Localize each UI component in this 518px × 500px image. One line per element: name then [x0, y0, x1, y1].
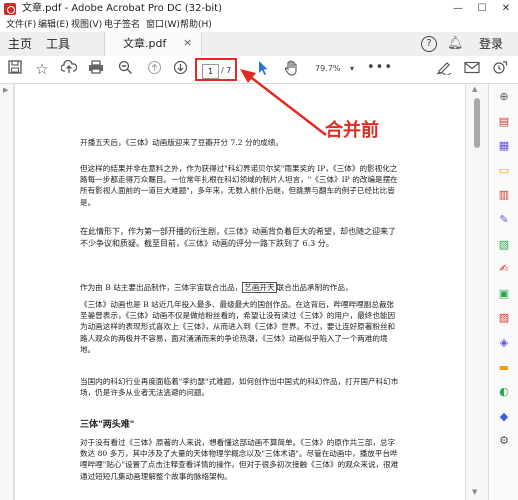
- more-tools-button[interactable]: •••: [367, 59, 393, 77]
- maximize-button[interactable]: ☐: [470, 0, 494, 18]
- organize-pages-icon[interactable]: ▧: [496, 237, 512, 253]
- paragraph-4: 作为由 B 站主要出品制作，三体宇宙联合出品， 艺画开天 联合出品承制的作品，: [80, 282, 400, 293]
- annotation-label: 合并前: [325, 120, 379, 141]
- toolbar: ☆ 1 / 7 79.7% ▾ •••: [0, 56, 518, 84]
- close-tab-icon[interactable]: ×: [183, 36, 192, 50]
- menu-esign[interactable]: 电子签名: [104, 18, 140, 32]
- bell-icon[interactable]: 🔔︎: [447, 36, 464, 52]
- send-review-icon[interactable]: ▣: [496, 286, 512, 302]
- menu-view[interactable]: 视图(V): [71, 18, 102, 32]
- paragraph-5: 《三体》动画也是 B 站近几年投入最多、最级最大的国创作品。在这背后，哔哩哔哩副…: [80, 300, 396, 354]
- page-number-input[interactable]: 1: [202, 64, 219, 79]
- export-pdf-icon[interactable]: ▤: [496, 114, 512, 130]
- share-link-icon[interactable]: [491, 60, 509, 78]
- save-icon[interactable]: [7, 60, 23, 78]
- page-navigator: 1 / 7: [195, 58, 237, 81]
- paragraph-7: 对于没有看过《三体》原著的人来说，想看懂这部动画不算简单。《三体》的原作共三部，…: [80, 438, 399, 481]
- bookmark-star-icon[interactable]: ☆: [33, 60, 51, 78]
- tab-home[interactable]: 主页: [8, 37, 32, 51]
- more-tools-icon[interactable]: ⚙: [496, 433, 512, 449]
- section-heading: 三体"两头难": [80, 420, 135, 430]
- boxed-phrase: 艺画开天: [242, 282, 277, 293]
- compress-pdf-icon[interactable]: ▨: [496, 310, 512, 326]
- print-icon[interactable]: [87, 60, 105, 78]
- sign-in-button[interactable]: 登录: [479, 37, 503, 51]
- zoom-level[interactable]: 79.7%: [315, 62, 340, 76]
- menu-bar: 文件(F) 编辑(E) 视图(V) 电子签名 窗口(W) 帮助(H): [0, 18, 518, 32]
- paragraph-6: 当国内的科幻行业再度面临着"李约瑟"式难题，如何创作出中国式的科幻作品，打开国产…: [80, 377, 399, 398]
- window-title: 文章.pdf - Adobe Acrobat Pro DC (32-bit): [22, 3, 223, 14]
- create-pdf-icon[interactable]: ▦: [496, 138, 512, 154]
- menu-file[interactable]: 文件(F): [6, 18, 36, 32]
- protect-icon[interactable]: ◈: [496, 335, 512, 351]
- combine-files-icon[interactable]: ▥: [496, 187, 512, 203]
- chevron-down-icon[interactable]: ▾: [350, 62, 354, 76]
- upload-cloud-icon[interactable]: [60, 59, 78, 78]
- sign-pen-icon[interactable]: [435, 60, 453, 78]
- vertical-scrollbar[interactable]: ▲ ▼: [466, 84, 488, 500]
- minimize-button[interactable]: —: [446, 0, 470, 18]
- paragraph-4-end: 联合出品承制的作品，: [276, 283, 353, 292]
- tab-document-label: 文章.pdf: [123, 37, 167, 50]
- scroll-thumb[interactable]: [474, 98, 480, 148]
- tab-tools[interactable]: 工具: [46, 37, 70, 51]
- page-up-icon[interactable]: [145, 60, 163, 78]
- help-icon[interactable]: ?: [421, 36, 437, 52]
- hand-icon[interactable]: [282, 60, 300, 78]
- title-bar: 文章.pdf - Adobe Acrobat Pro DC (32-bit) —…: [0, 0, 518, 18]
- menu-window[interactable]: 窗口(W): [146, 18, 180, 32]
- search-doc-icon[interactable]: ⊕: [496, 89, 512, 105]
- acrobat-logo-icon: [4, 3, 16, 15]
- zoom-out-icon[interactable]: [116, 60, 134, 78]
- scroll-down-arrow-icon[interactable]: ▼: [472, 488, 477, 496]
- edit-pdf-icon[interactable]: ✎: [496, 212, 512, 228]
- tab-document[interactable]: 文章.pdf ×: [104, 32, 202, 56]
- fill-sign-icon[interactable]: ✍: [496, 261, 512, 277]
- paragraph-3: 在此情形下，作为第一部开播的衍生剧，《三体》动画背负着巨大的希望，却也随之迎来了…: [80, 227, 396, 248]
- scroll-up-arrow-icon[interactable]: ▲: [472, 85, 477, 93]
- page-down-icon[interactable]: [171, 60, 189, 78]
- paragraph-2: 但这样的结果并非在意料之外，作为获得过"科幻界诺贝尔奖"雨果奖的 IP，《三体》…: [80, 164, 398, 207]
- paragraph-4-start: 作为由 B 站主要出品制作，三体宇宙联合出品，: [80, 283, 243, 292]
- comment-icon[interactable]: ▭: [496, 163, 512, 179]
- tabs-bar: 主页 工具 文章.pdf × ? 🔔︎ 登录: [0, 32, 518, 57]
- redact-icon[interactable]: ▬: [496, 360, 512, 376]
- right-tools-panel: ⊕ ▤ ▦ ▭ ▥ ✎ ▧ ✍ ▣ ▨ ◈ ▬ ◐ ◆ ⚙: [488, 84, 518, 500]
- menu-edit[interactable]: 编辑(E): [38, 18, 69, 32]
- email-icon[interactable]: [463, 60, 481, 78]
- close-window-button[interactable]: ✕: [494, 0, 518, 18]
- shield-icon[interactable]: ◆: [496, 409, 512, 425]
- select-cursor-icon[interactable]: [255, 60, 271, 78]
- left-nav-strip[interactable]: ▶: [0, 84, 14, 500]
- scan-ocr-icon[interactable]: ◐: [496, 384, 512, 400]
- page-total: / 7: [221, 66, 232, 75]
- menu-help[interactable]: 帮助(H): [180, 18, 212, 32]
- expand-left-panel-icon[interactable]: ▶: [3, 86, 8, 94]
